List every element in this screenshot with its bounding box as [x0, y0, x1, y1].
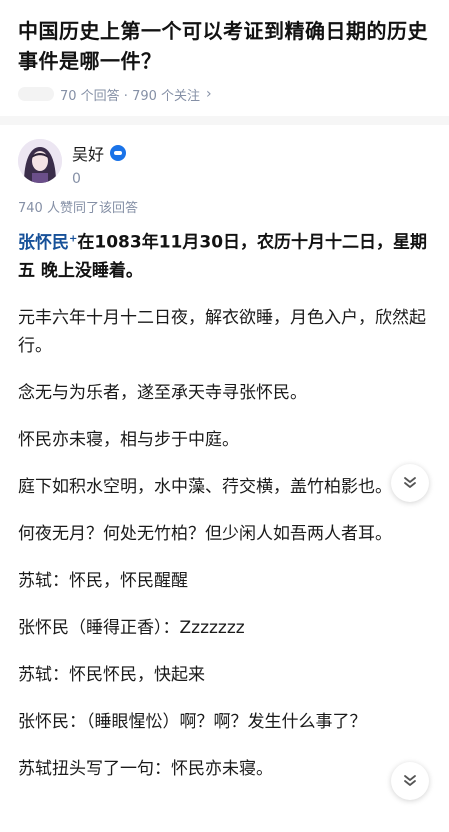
user-mention-link[interactable]: 张怀民+	[18, 233, 77, 253]
question-stats: 70 个回答 · 790 个关注	[60, 88, 201, 104]
paragraph: 怀民亦未寝，相与步于中庭。	[18, 429, 239, 450]
paragraph: 何夜无月？何处无竹柏？但少闲人如吾两人者耳。	[18, 523, 392, 544]
lead-text: 在1083年11月30日，农历十月十二日，星期五 晚上没睡着。	[18, 232, 428, 281]
author-row[interactable]: 吴好 0	[18, 125, 431, 199]
voter-count[interactable]: 740 人赞同了该回答	[18, 199, 431, 219]
verified-badge-icon	[110, 145, 127, 161]
lead-paragraph: 张怀民+在1083年11月30日，农历十月十二日，星期五 晚上没睡着。	[18, 225, 431, 285]
blurred-avatars	[18, 87, 54, 101]
author-name: 吴好	[72, 145, 105, 164]
expand-button[interactable]	[391, 464, 429, 502]
paragraph: 庭下如积水空明，水中藻、荇交横，盖竹柏影也。	[18, 476, 392, 497]
author-subtitle: 0	[72, 171, 81, 187]
author-name-row[interactable]: 吴好	[72, 141, 127, 165]
paragraph: 元丰六年十月十二日夜，解衣欲睡，月色入户，欣然起行。	[18, 307, 426, 356]
question-title[interactable]: 中国历史上第一个可以考证到精确日期的历史事件是哪一件？	[18, 16, 431, 76]
double-chevron-down-icon	[404, 775, 416, 786]
expand-button[interactable]	[391, 762, 429, 800]
answer: 吴好 0 740 人赞同了该回答 张怀民+在1083年11月30日，农历十月十二…	[0, 125, 449, 783]
section-divider	[0, 116, 449, 125]
paragraph: 张怀民（睡得正香）：Zzzzzzz	[18, 617, 245, 638]
avatar[interactable]	[18, 139, 62, 183]
paragraph: 苏轼：怀民怀民，快起来	[18, 664, 205, 685]
paragraph: 苏轼扭头写了一句：怀民亦未寝。	[18, 758, 273, 779]
paragraph: 念无与为乐者，遂至承天寺寻张怀民。	[18, 382, 307, 403]
answer-content: 张怀民+在1083年11月30日，农历十月十二日，星期五 晚上没睡着。 元丰六年…	[18, 225, 431, 783]
mention-name: 张怀民	[18, 232, 69, 253]
author-info: 吴好 0	[72, 139, 127, 187]
paragraph: 苏轼：怀民，怀民醒醒	[18, 570, 188, 591]
question-header: 中国历史上第一个可以考证到精确日期的历史事件是哪一件？ 70 个回答 · 790…	[0, 0, 449, 106]
question-meta[interactable]: 70 个回答 · 790 个关注 ›	[18, 82, 431, 106]
paragraph: 张怀民：（睡眼惺忪）啊？啊？发生什么事了？	[18, 711, 367, 732]
double-chevron-down-icon	[404, 477, 416, 488]
chevron-right-icon: ›	[206, 86, 212, 102]
